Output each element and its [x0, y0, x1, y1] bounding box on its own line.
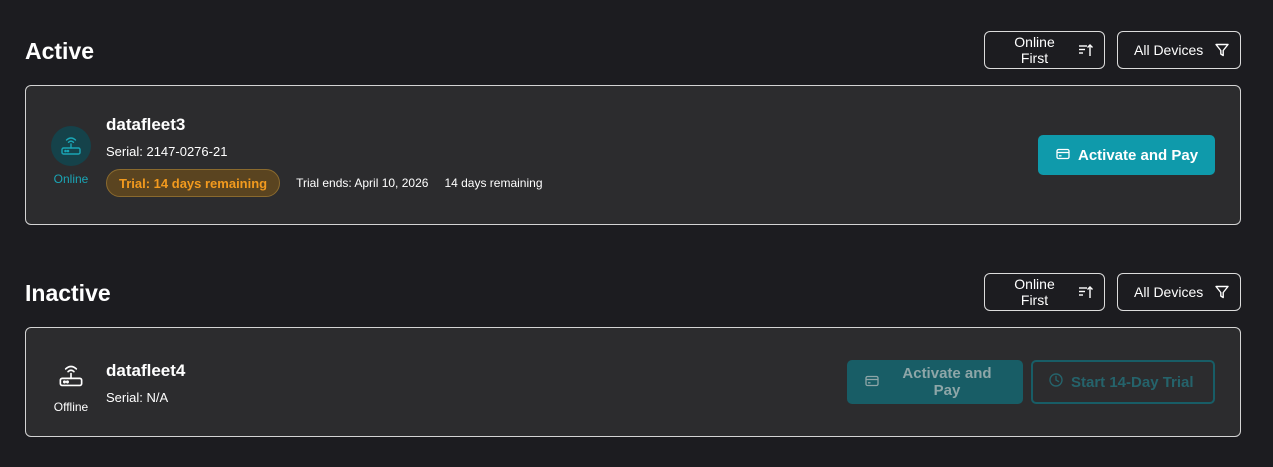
device-name: datafleet3: [106, 115, 186, 134]
device-actions: Activate and Pay: [1038, 135, 1215, 175]
active-header-controls: Online First All Devices: [984, 31, 1241, 69]
device-info: datafleet4 Serial: N/A: [106, 361, 185, 405]
sort-button[interactable]: Online First: [984, 31, 1105, 69]
sort-label: Online First: [1014, 276, 1055, 308]
clock-icon: [1049, 373, 1063, 391]
device-card-datafleet3: Online datafleet3 Serial: 2147-0276-21 T…: [25, 85, 1241, 225]
status-label: Online: [53, 172, 89, 186]
activate-and-pay-label: Activate and Pay: [1078, 146, 1199, 164]
credit-card-icon: [1056, 147, 1070, 164]
filter-label: All Devices: [1134, 42, 1204, 58]
section-title: Inactive: [25, 280, 111, 306]
trial-row: Trial: 14 days remaining Trial ends: Apr…: [106, 169, 543, 197]
activate-and-pay-label: Activate and Pay: [902, 365, 992, 399]
start-trial-button[interactable]: Start 14-Day Trial: [1031, 360, 1215, 404]
inactive-header-controls: Online First All Devices: [984, 273, 1241, 311]
device-status: Offline: [41, 358, 101, 414]
device-name: datafleet4: [106, 361, 186, 380]
filter-label: All Devices: [1134, 284, 1204, 300]
trial-ends-text: Trial ends: April 10, 2026: [296, 176, 429, 190]
trial-badge: Trial: 14 days remaining: [106, 169, 281, 197]
active-section-header: Active Online First All Devices: [25, 31, 1241, 69]
device-status: Online: [41, 126, 101, 186]
inactive-section-header: Inactive Online First All Devices: [25, 273, 1241, 311]
activate-and-pay-button[interactable]: Activate and Pay: [847, 360, 1023, 404]
filter-icon: [1215, 285, 1229, 299]
inactive-section: Inactive Online First All Devices Offlin…: [25, 273, 1241, 437]
device-serial: Serial: 2147-0276-21: [106, 144, 228, 159]
sort-ascending-icon: [1078, 285, 1093, 299]
router-icon: [51, 358, 91, 394]
device-card-datafleet4: Offline datafleet4 Serial: N/A Activate …: [25, 327, 1241, 437]
sort-ascending-icon: [1078, 43, 1093, 57]
device-info: datafleet3 Serial: 2147-0276-21 Trial: 1…: [106, 115, 543, 197]
sort-button[interactable]: Online First: [984, 273, 1105, 311]
activate-and-pay-button[interactable]: Activate and Pay: [1038, 135, 1215, 175]
sort-label: Online First: [1014, 34, 1055, 66]
status-label: Offline: [53, 400, 89, 414]
credit-card-icon: [865, 374, 879, 391]
filter-icon: [1215, 43, 1229, 57]
router-icon: [51, 126, 91, 166]
filter-button[interactable]: All Devices: [1117, 31, 1241, 69]
section-title: Active: [25, 38, 95, 64]
device-serial: Serial: N/A: [106, 390, 169, 405]
filter-button[interactable]: All Devices: [1117, 273, 1241, 311]
start-trial-label: Start 14-Day Trial: [1071, 373, 1194, 391]
active-section: Active Online First All Devices Online d…: [25, 31, 1241, 225]
days-remaining-text: 14 days remaining: [444, 176, 543, 190]
device-actions: Activate and Pay Start 14-Day Trial: [847, 360, 1215, 404]
